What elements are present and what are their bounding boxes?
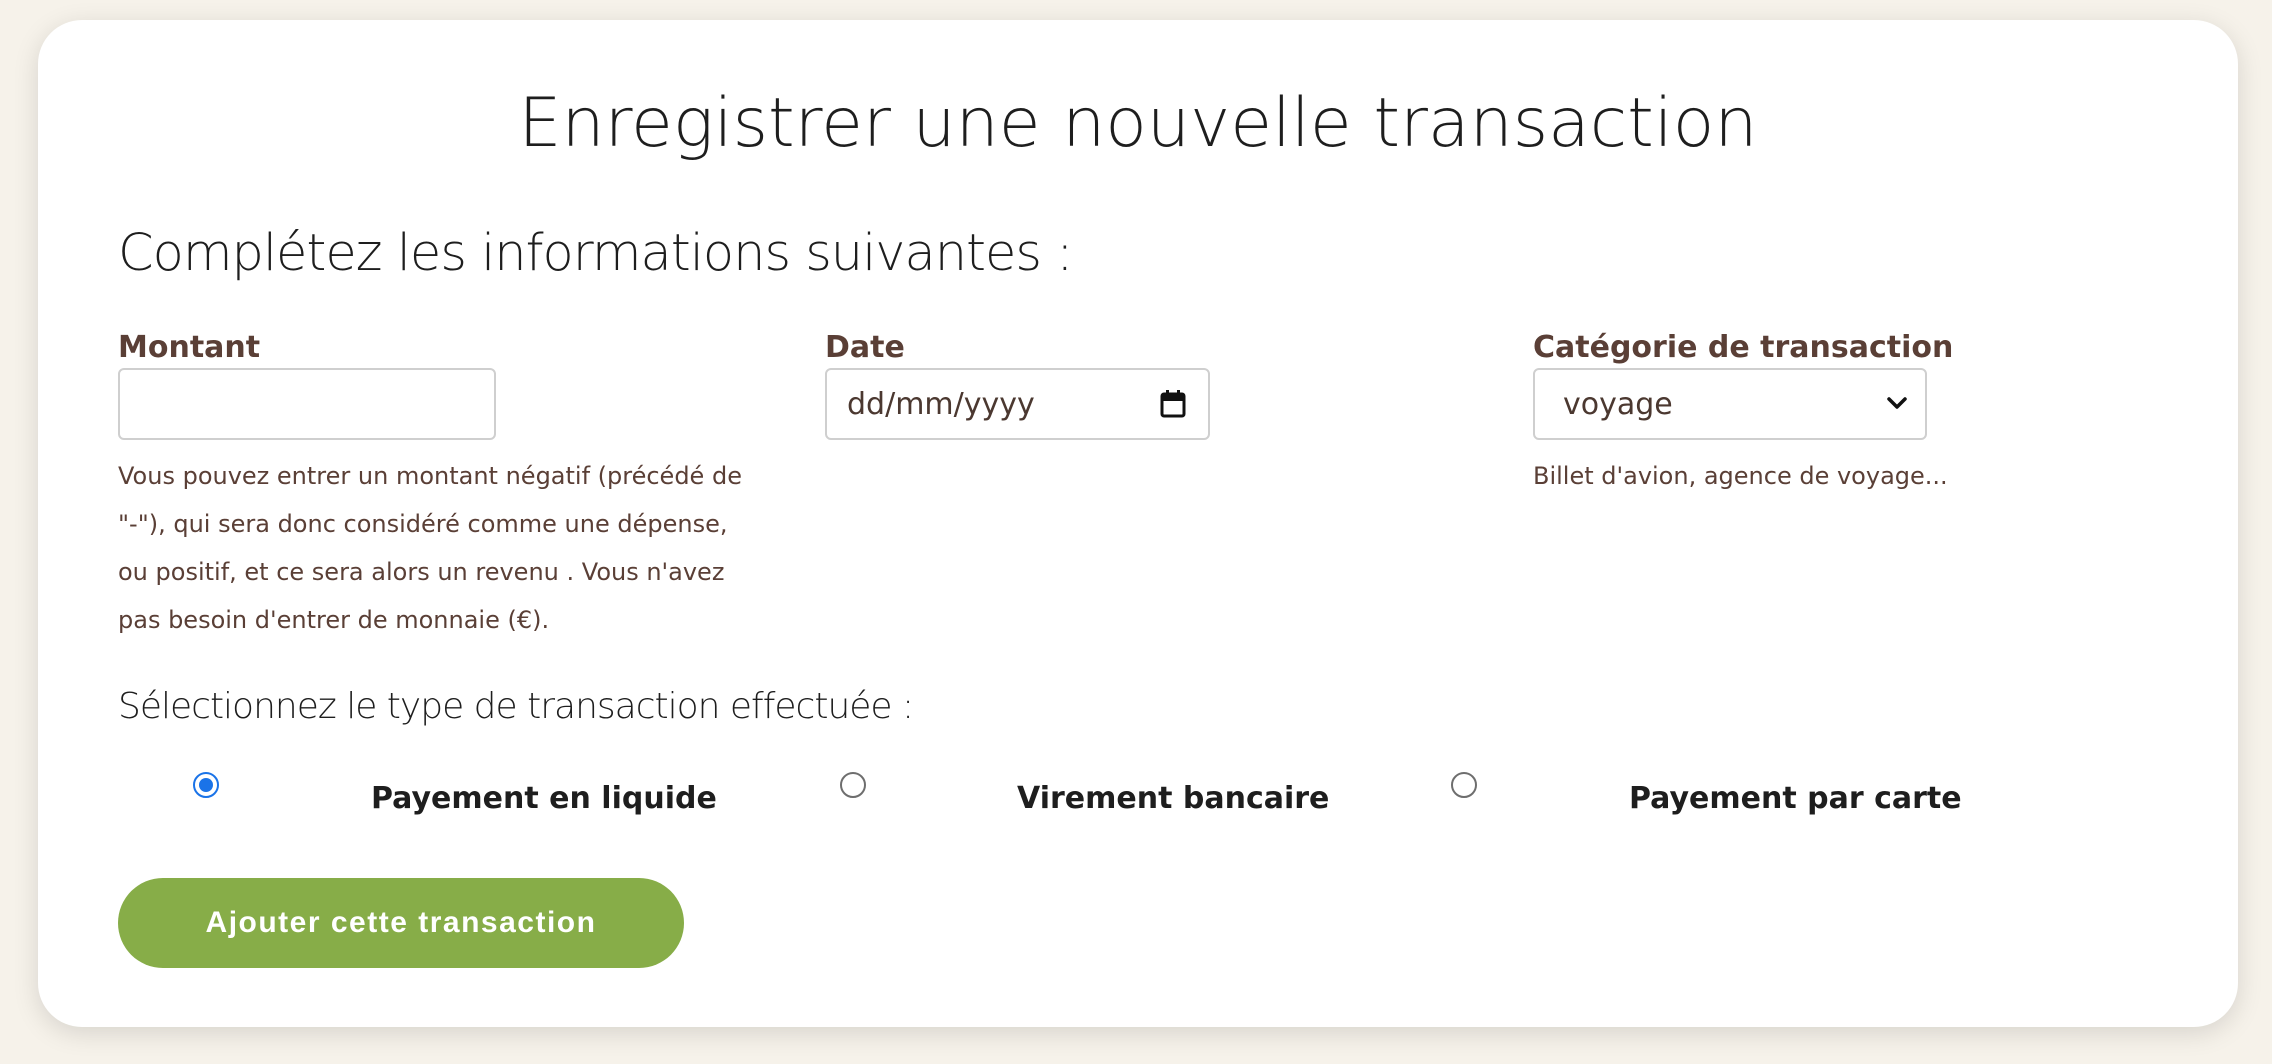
radio-cash-label[interactable]: Payement en liquide [371, 784, 717, 814]
category-select[interactable]: voyage [1533, 368, 1927, 440]
amount-hint-line: "-"), qui sera donc considéré comme une … [118, 510, 728, 538]
page-title: Enregistrer une nouvelle transaction [518, 84, 1758, 163]
category-label: Catégorie de transaction [1533, 330, 1954, 365]
transaction-type-heading: Sélectionnez le type de transaction effe… [118, 686, 914, 727]
amount-hint: Vous pouvez entrer un montant négatif (p… [118, 452, 758, 644]
category-hint: Billet d'avion, agence de voyage... [1533, 462, 1948, 490]
radio-cash[interactable] [193, 772, 219, 798]
amount-hint-line: Vous pouvez entrer un montant négatif (p… [118, 462, 742, 490]
form-subtitle: Complétez les informations suivantes : [118, 224, 1073, 283]
radio-bank-transfer-label[interactable]: Virement bancaire [1017, 784, 1329, 814]
radio-card[interactable] [1451, 772, 1477, 798]
radio-card-label[interactable]: Payement par carte [1629, 784, 1962, 814]
calendar-icon[interactable] [1160, 390, 1186, 418]
transaction-form-card: Enregistrer une nouvelle transaction Com… [38, 20, 2238, 1027]
date-input[interactable]: dd/mm/yyyy [825, 368, 1210, 440]
date-label: Date [825, 330, 905, 365]
amount-label: Montant [118, 330, 261, 365]
amount-hint-line: pas besoin d'entrer de monnaie (€). [118, 606, 550, 634]
radio-bank-transfer[interactable] [840, 772, 866, 798]
add-transaction-button[interactable]: Ajouter cette transaction [118, 878, 684, 968]
amount-input[interactable] [118, 368, 496, 440]
amount-hint-line: ou positif, et ce sera alors un revenu .… [118, 558, 725, 586]
date-placeholder: dd/mm/yyyy [847, 386, 1035, 422]
category-selected-value: voyage [1563, 386, 1673, 422]
chevron-down-icon [1887, 397, 1907, 409]
